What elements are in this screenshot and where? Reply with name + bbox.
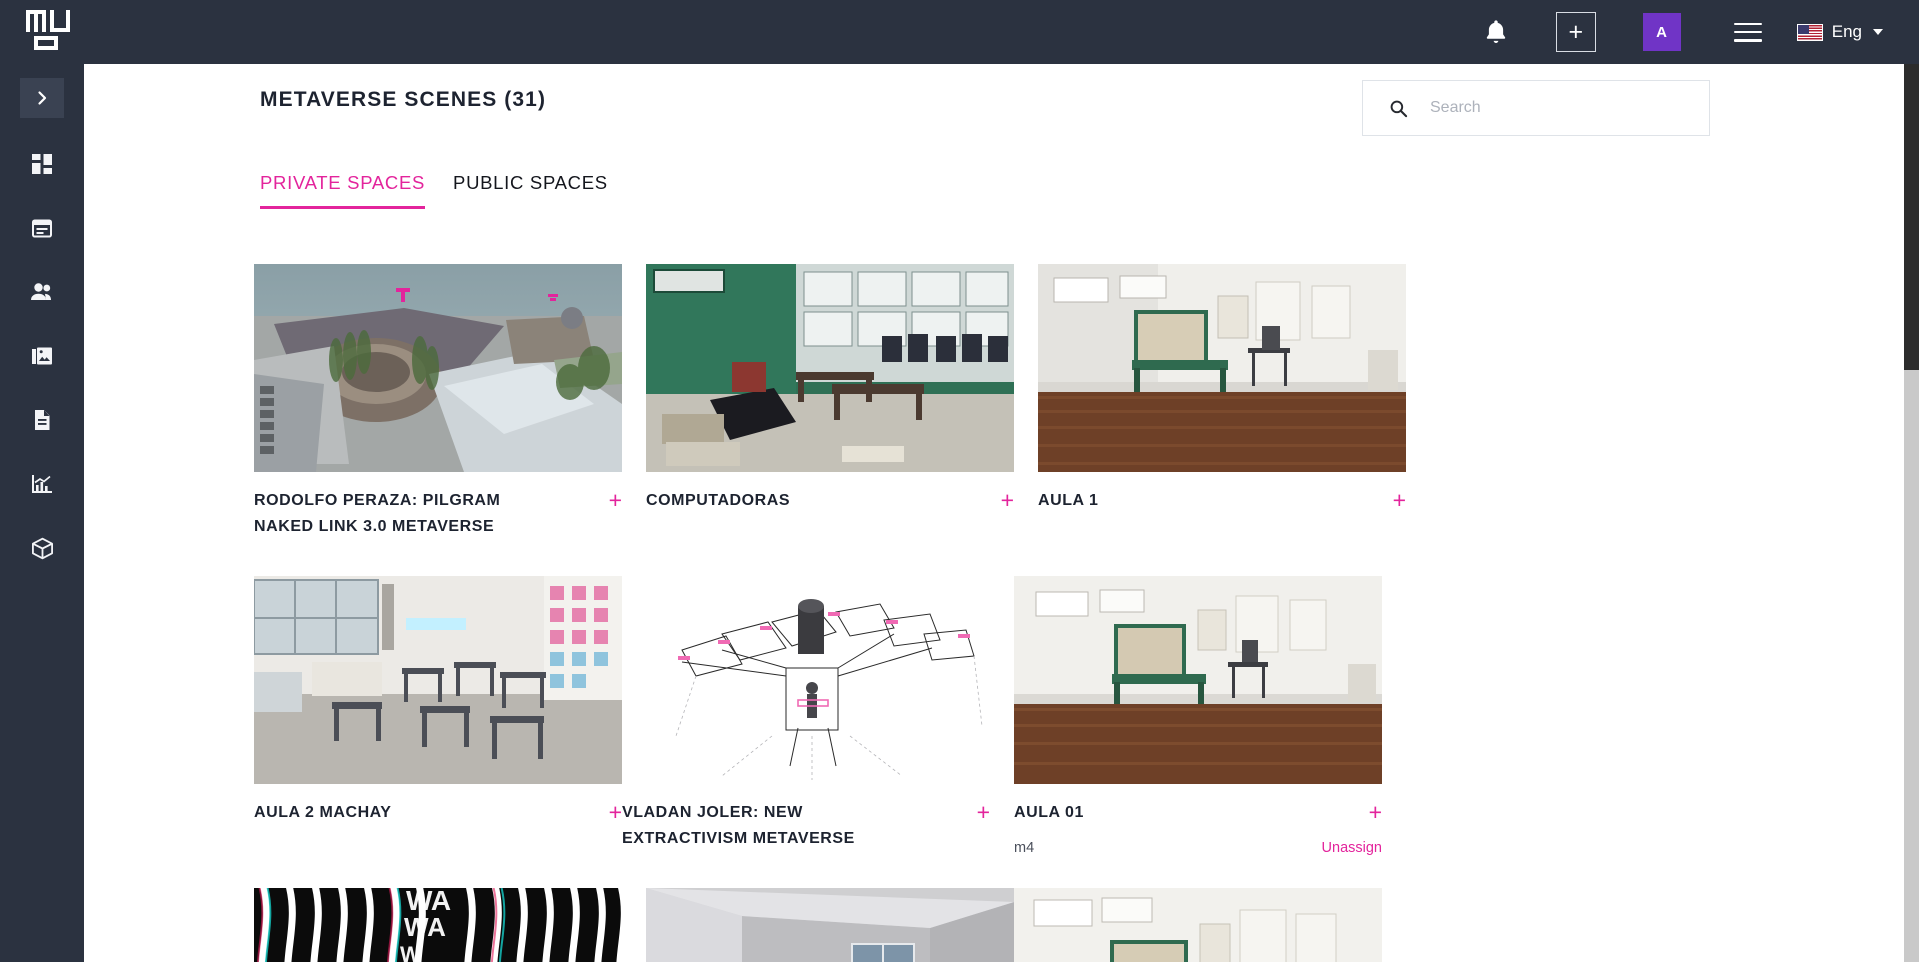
scene-unassign-button[interactable]: Unassign bbox=[1322, 840, 1382, 856]
search-box[interactable] bbox=[1362, 80, 1710, 136]
scene-title: VLADAN JOLER: NEW EXTRACTIVISM METAVERSE bbox=[622, 803, 855, 847]
scene-title: AULA 01 bbox=[1014, 803, 1084, 821]
create-button[interactable]: + bbox=[1555, 12, 1596, 52]
scene-card: VLADAN JOLER: NEW EXTRACTIVISM METAVERSE… bbox=[622, 575, 990, 866]
search-icon bbox=[1390, 100, 1408, 117]
scene-card: AULA 01 + m4 Unassign bbox=[1014, 575, 1382, 866]
bell-icon bbox=[1486, 20, 1505, 43]
avatar[interactable]: A bbox=[1642, 13, 1681, 51]
svg-text:WA: WA bbox=[404, 912, 446, 942]
scene-thumbnail[interactable] bbox=[1038, 264, 1406, 472]
scene-add-button[interactable]: + bbox=[977, 800, 990, 824]
scene-card-header: AULA 1 + bbox=[1038, 472, 1406, 514]
spaces-tabs: PRIVATE SPACES PUBLIC SPACES bbox=[260, 172, 608, 209]
scene-card: WA WA W YUCEF MERHI: WE ARE BEING WATCHE… bbox=[254, 887, 622, 962]
scene-card: RODOLFO PERAZA: PILGRAM NAKED LINK 3.0 M… bbox=[254, 264, 622, 554]
scene-add-button[interactable]: + bbox=[609, 489, 622, 512]
svg-text:W: W bbox=[400, 942, 421, 962]
language-label: Eng bbox=[1831, 22, 1862, 41]
scene-thumbnail[interactable] bbox=[622, 575, 990, 784]
sidebar-item-analytics[interactable] bbox=[16, 458, 68, 510]
scene-title: COMPUTADORAS bbox=[646, 492, 791, 509]
top-bar-actions: + A Eng bbox=[1459, 0, 1919, 64]
scene-card: COMPUTADORAS + bbox=[646, 264, 1014, 554]
sidebar-item-expand-sidebar[interactable] bbox=[20, 78, 64, 118]
us-flag-icon bbox=[1796, 23, 1823, 41]
tab-private-spaces[interactable]: PRIVATE SPACES bbox=[260, 172, 426, 209]
scene-thumbnail[interactable] bbox=[254, 264, 622, 472]
classroom-wood-floor-image bbox=[1038, 264, 1406, 472]
scene-meta: m4 Unassign bbox=[1014, 826, 1382, 856]
scene-owner: m4 bbox=[1014, 839, 1035, 856]
avatar-wrapper: A bbox=[1619, 0, 1705, 64]
scene-thumbnail[interactable] bbox=[646, 264, 1014, 472]
scene-thumbnail[interactable]: WA WA W bbox=[254, 887, 622, 962]
grey-gallery-room-image bbox=[646, 887, 1014, 962]
scene-add-button[interactable]: + bbox=[1001, 489, 1014, 512]
search-input[interactable] bbox=[1430, 99, 1680, 117]
sidebar-item-users[interactable] bbox=[16, 266, 68, 318]
images-icon bbox=[32, 347, 52, 365]
language-selector[interactable]: Eng bbox=[1791, 22, 1883, 42]
create-button-wrapper: + bbox=[1533, 0, 1619, 64]
glitch-black-white-image: WA WA W bbox=[254, 887, 622, 962]
page-title: METAVERSE SCENES (31) bbox=[260, 88, 547, 111]
scene-card-header: RODOLFO PERAZA: PILGRAM NAKED LINK 3.0 M… bbox=[254, 472, 622, 540]
scene-card bbox=[1014, 887, 1382, 962]
calendar-icon bbox=[32, 219, 52, 238]
scrollbar-thumb[interactable] bbox=[1904, 64, 1919, 370]
scene-card-header: VLADAN JOLER: NEW EXTRACTIVISM METAVERSE… bbox=[622, 784, 990, 852]
scenes-grid: RODOLFO PERAZA: PILGRAM NAKED LINK 3.0 M… bbox=[254, 264, 1774, 962]
scene-title: RODOLFO PERAZA: PILGRAM NAKED LINK 3.0 M… bbox=[254, 492, 501, 535]
chevron-down-icon bbox=[1873, 29, 1883, 35]
scene-add-button[interactable]: + bbox=[1369, 800, 1382, 824]
menu-button[interactable] bbox=[1705, 0, 1791, 64]
top-bar: + A Eng bbox=[0, 0, 1919, 64]
scene-thumbnail[interactable] bbox=[1014, 575, 1382, 784]
sidebar-item-scenes[interactable] bbox=[16, 522, 68, 574]
scene-card: AULA 1 + bbox=[1038, 264, 1406, 554]
hamburger-icon bbox=[1733, 22, 1762, 42]
scene-title: AULA 1 bbox=[1038, 492, 1099, 509]
sidebar-item-gallery[interactable] bbox=[16, 330, 68, 382]
aerial-city-3dscan-image bbox=[254, 264, 622, 472]
page-scrollbar[interactable] bbox=[1904, 64, 1919, 962]
scene-add-button[interactable]: + bbox=[609, 800, 622, 824]
avatar-initial: A bbox=[1656, 23, 1668, 41]
classroom-wood-floor-2-image bbox=[1014, 575, 1382, 784]
main-content: METAVERSE SCENES (31) PRIVATE SPACES PUB… bbox=[84, 64, 1919, 962]
bar-chart-icon bbox=[31, 475, 52, 493]
scene-card-header: COMPUTADORAS + bbox=[646, 472, 1014, 514]
chevron-right-icon bbox=[38, 91, 47, 105]
scene-add-button[interactable]: + bbox=[1393, 489, 1406, 512]
app-logo[interactable] bbox=[26, 10, 74, 54]
document-icon bbox=[35, 410, 50, 430]
people-icon bbox=[31, 283, 51, 300]
sidebar-item-documents[interactable] bbox=[16, 394, 68, 446]
plus-icon: + bbox=[1568, 17, 1584, 46]
scene-thumbnail[interactable] bbox=[646, 887, 1014, 962]
notifications-button[interactable] bbox=[1459, 0, 1533, 64]
scene-card: AULA 2 MACHAY + bbox=[254, 575, 622, 866]
sidebar bbox=[0, 64, 84, 962]
cube-icon bbox=[31, 537, 53, 559]
scene-thumbnail[interactable] bbox=[1014, 887, 1382, 962]
scene-card-header: AULA 01 + bbox=[1014, 784, 1382, 826]
tab-public-spaces[interactable]: PUBLIC SPACES bbox=[453, 172, 608, 209]
scene-thumbnail[interactable] bbox=[254, 575, 622, 784]
classroom-whiteboard-image bbox=[1014, 887, 1382, 962]
sidebar-item-dashboard[interactable] bbox=[16, 138, 68, 190]
green-classroom-image bbox=[646, 264, 1014, 472]
scene-card-header: AULA 2 MACHAY + bbox=[254, 784, 622, 826]
dashboard-grid-icon bbox=[32, 154, 52, 174]
diagram-white-image bbox=[622, 575, 990, 784]
scene-title: AULA 2 MACHAY bbox=[254, 803, 392, 821]
classroom-desks-image bbox=[254, 575, 622, 784]
scene-card: GALLERY BOX SPACE + MUD Unassign bbox=[646, 887, 1014, 962]
sidebar-item-calendar[interactable] bbox=[16, 202, 68, 254]
